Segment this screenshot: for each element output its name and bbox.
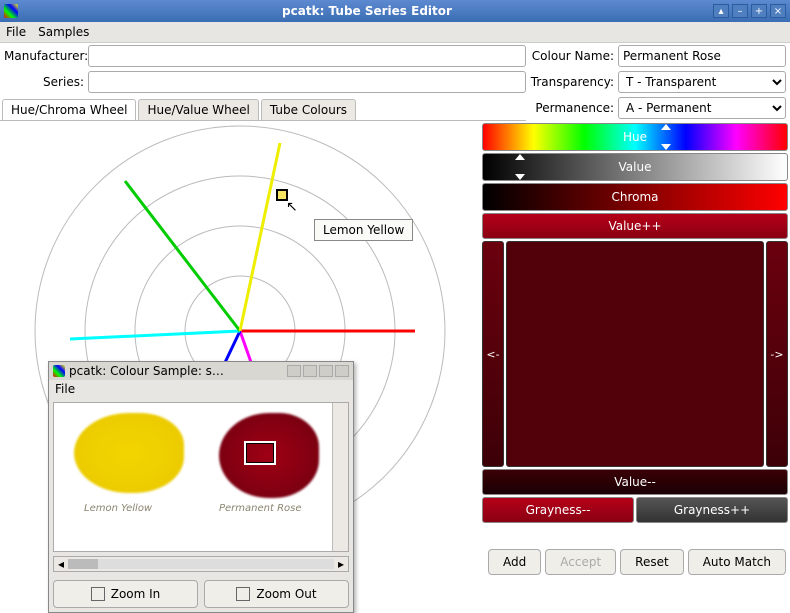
sample-label-red: Permanent Rose [219, 503, 302, 514]
sample-selection-rect[interactable] [244, 441, 276, 465]
sample-menu-file[interactable]: File [55, 382, 75, 396]
manufacturer-input[interactable] [88, 45, 526, 67]
series-input[interactable] [88, 71, 526, 93]
add-button[interactable]: Add [488, 549, 541, 575]
menu-samples[interactable]: Samples [38, 25, 89, 39]
accept-button[interactable]: Accept [545, 549, 616, 575]
hue-slider-label: Hue [623, 130, 647, 144]
value-slider-label: Value [619, 160, 652, 174]
nudge-left-button[interactable]: <- [482, 241, 504, 467]
value-plus-button[interactable]: Value++ [482, 213, 788, 239]
grayness-minus-button[interactable]: Grayness-- [482, 497, 634, 523]
manufacturer-label: Manufacturer: [4, 49, 84, 63]
wheel-marker[interactable] [276, 189, 288, 201]
tab-hue-value[interactable]: Hue/Value Wheel [138, 99, 258, 120]
window-title: pcatk: Tube Series Editor [24, 4, 710, 18]
sample-maximize-button[interactable] [319, 365, 333, 377]
colour-name-label: Colour Name: [530, 49, 614, 63]
tab-tube-colours[interactable]: Tube Colours [261, 99, 356, 120]
zoom-in-icon [91, 587, 105, 601]
chroma-slider[interactable]: Chroma [482, 183, 788, 211]
sample-swatch-yellow [74, 413, 184, 493]
hscroll-right-icon[interactable]: ▸ [334, 557, 348, 571]
window-titlebar: pcatk: Tube Series Editor ▴ – + × [0, 0, 790, 22]
window-maximize-button[interactable]: + [751, 4, 767, 18]
sample-vscroll[interactable] [332, 403, 348, 551]
hscroll-thumb[interactable] [68, 559, 98, 569]
hue-slider[interactable]: Hue [482, 123, 788, 151]
hscroll-left-icon[interactable]: ◂ [54, 557, 68, 571]
colour-name-input[interactable] [618, 45, 786, 67]
zoom-in-button[interactable]: Zoom In [53, 580, 198, 608]
tab-hue-chroma[interactable]: Hue/Chroma Wheel [2, 99, 136, 120]
permanence-label: Permanence: [530, 101, 614, 115]
window-rollup-button[interactable]: ▴ [713, 4, 729, 18]
zoom-out-button[interactable]: Zoom Out [204, 580, 349, 608]
main-menubar: File Samples [0, 22, 790, 43]
sample-rollup-button[interactable] [287, 365, 301, 377]
chroma-slider-label: Chroma [611, 190, 658, 204]
sample-title: pcatk: Colour Sample: s… [69, 364, 224, 378]
bottom-button-bar: Add Accept Reset Auto Match [488, 549, 786, 575]
window-minimize-button[interactable]: – [732, 4, 748, 18]
sample-minimize-button[interactable] [303, 365, 317, 377]
sample-label-yellow: Lemon Yellow [84, 503, 152, 514]
sample-canvas[interactable]: Lemon Yellow Permanent Rose [53, 402, 349, 552]
value-minus-button[interactable]: Value-- [482, 469, 788, 495]
transparency-label: Transparency: [530, 75, 614, 89]
sample-titlebar[interactable]: pcatk: Colour Sample: s… [49, 362, 353, 380]
reset-button[interactable]: Reset [620, 549, 684, 575]
sample-close-button[interactable] [335, 365, 349, 377]
colour-swatch [506, 241, 764, 467]
permanence-select[interactable]: A - Permanent [618, 97, 786, 119]
tab-bar: Hue/Chroma Wheel Hue/Value Wheel Tube Co… [0, 99, 526, 121]
auto-match-button[interactable]: Auto Match [688, 549, 786, 575]
series-label: Series: [4, 75, 84, 89]
sample-app-icon [53, 365, 65, 377]
transparency-select[interactable]: T - Transparent [618, 71, 786, 93]
zoom-out-icon [236, 587, 250, 601]
app-icon [4, 4, 18, 18]
window-close-button[interactable]: × [770, 4, 786, 18]
wheel-panel: ↖ Lemon Yellow pcatk: Colour Sample: s… … [0, 121, 480, 546]
sample-hscroll[interactable]: ◂ ▸ [53, 556, 349, 572]
colour-sample-window[interactable]: pcatk: Colour Sample: s… File Lemon Yell… [48, 361, 354, 613]
colour-editor-panel: Hue Value Chroma Value++ <- -> Value-- G… [480, 121, 790, 546]
grayness-plus-button[interactable]: Grayness++ [636, 497, 788, 523]
menu-file[interactable]: File [6, 25, 26, 39]
wheel-tooltip: Lemon Yellow [314, 219, 413, 241]
value-slider[interactable]: Value [482, 153, 788, 181]
nudge-right-button[interactable]: -> [766, 241, 788, 467]
